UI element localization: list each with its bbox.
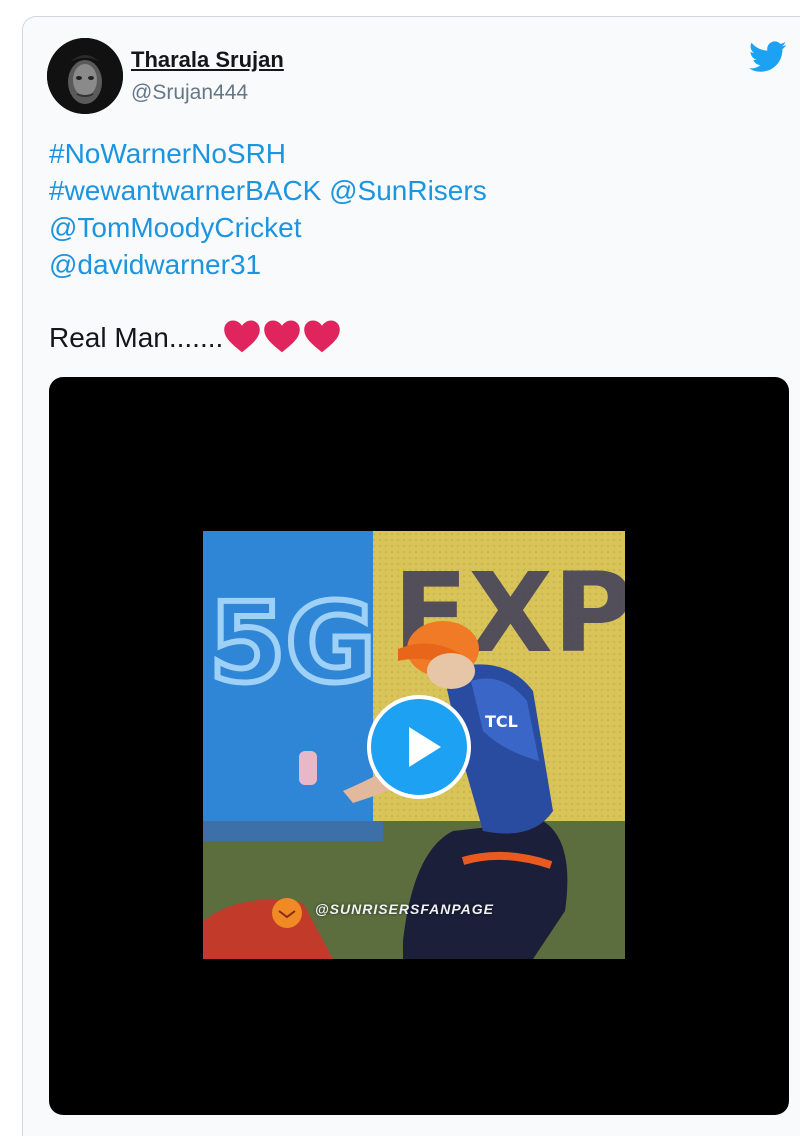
- heart-icon: [304, 320, 341, 353]
- heart-emojis: [223, 319, 343, 362]
- tweet-link-2[interactable]: #wewantwarnerBACK @SunRisers: [49, 172, 487, 209]
- tweet-text: #NoWarnerNoSRH #wewantwarnerBACK @SunRis…: [49, 135, 487, 362]
- tweet-link-4[interactable]: @davidwarner31: [49, 246, 487, 283]
- author-name[interactable]: Tharala Srujan: [131, 47, 284, 73]
- tweet-link-3[interactable]: @TomMoodyCricket: [49, 209, 487, 246]
- play-button[interactable]: [367, 695, 471, 799]
- tweet-link-1[interactable]: #NoWarnerNoSRH: [49, 135, 487, 172]
- banner-5g: 5G: [209, 579, 376, 707]
- jersey-logo: TCL: [485, 712, 518, 731]
- heart-icon: [264, 320, 301, 353]
- heart-icon: [224, 320, 261, 353]
- author-handle[interactable]: @Srujan444: [131, 81, 248, 105]
- video-watermark: @SUNRISERSFANPAGE: [315, 901, 494, 917]
- tweet-body: Real Man.......: [49, 319, 487, 362]
- avatar[interactable]: [47, 38, 123, 114]
- video-player[interactable]: 5G EXPO TCL @SUNRISERSFANPAGE: [49, 377, 789, 1115]
- avatar-image: [47, 38, 123, 114]
- tweet-body-text: Real Man.......: [49, 322, 224, 353]
- twitter-bird-icon[interactable]: [749, 41, 787, 73]
- play-icon: [409, 727, 441, 767]
- tweet-card: Tharala Srujan @Srujan444 #NoWarnerNoSRH…: [22, 16, 800, 1136]
